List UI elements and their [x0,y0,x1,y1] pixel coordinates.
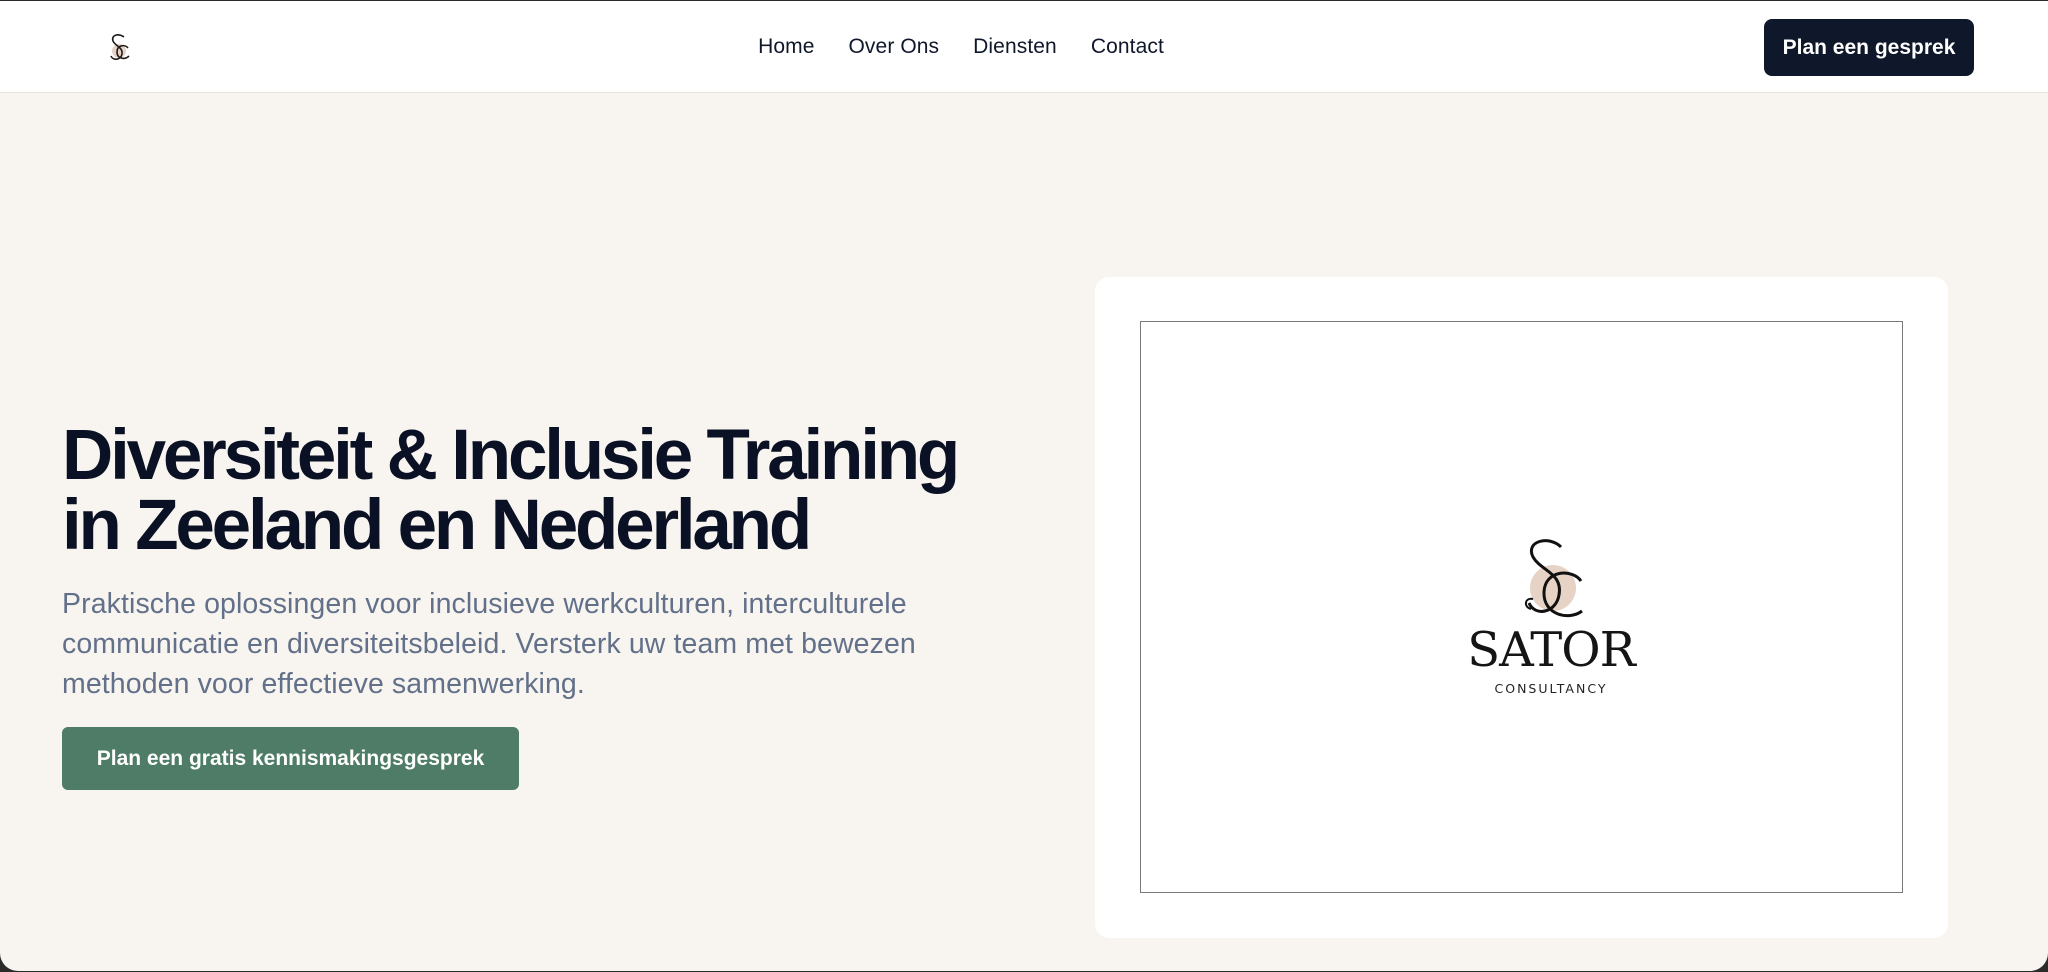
hero-image-card: SATOR CONSULTANCY [1095,277,1948,938]
sc-monogram-icon [1525,539,1583,618]
hero-subtitle: Praktische oplossingen voor inclusieve w… [62,588,916,700]
nav-home[interactable]: Home [758,35,814,59]
hero-title: Diversiteit & Inclusie Training in Zeela… [62,416,960,565]
brand-name: SATOR [1467,622,1635,678]
nav-diensten[interactable]: Diensten [973,35,1057,59]
nav-over-ons[interactable]: Over Ons [849,35,940,59]
plan-gesprek-button[interactable]: Plan een gesprek [1764,19,1974,76]
site-header: Home Over Ons Diensten Contact Plan een … [0,1,2048,93]
sc-monogram-icon [110,34,130,60]
logo-link[interactable] [104,31,134,65]
browser-viewport: Home Over Ons Diensten Contact Plan een … [0,1,2048,971]
brand-logo: SATOR CONSULTANCY [1466,537,1636,717]
nav-contact[interactable]: Contact [1091,35,1164,59]
main-nav: Home Over Ons Diensten Contact [0,1,2048,93]
kennismakingsgesprek-button[interactable]: Plan een gratis kennismakingsgesprek [62,727,519,790]
brand-tagline: CONSULTANCY [1494,681,1608,696]
hero-image: SATOR CONSULTANCY [1140,321,1903,893]
